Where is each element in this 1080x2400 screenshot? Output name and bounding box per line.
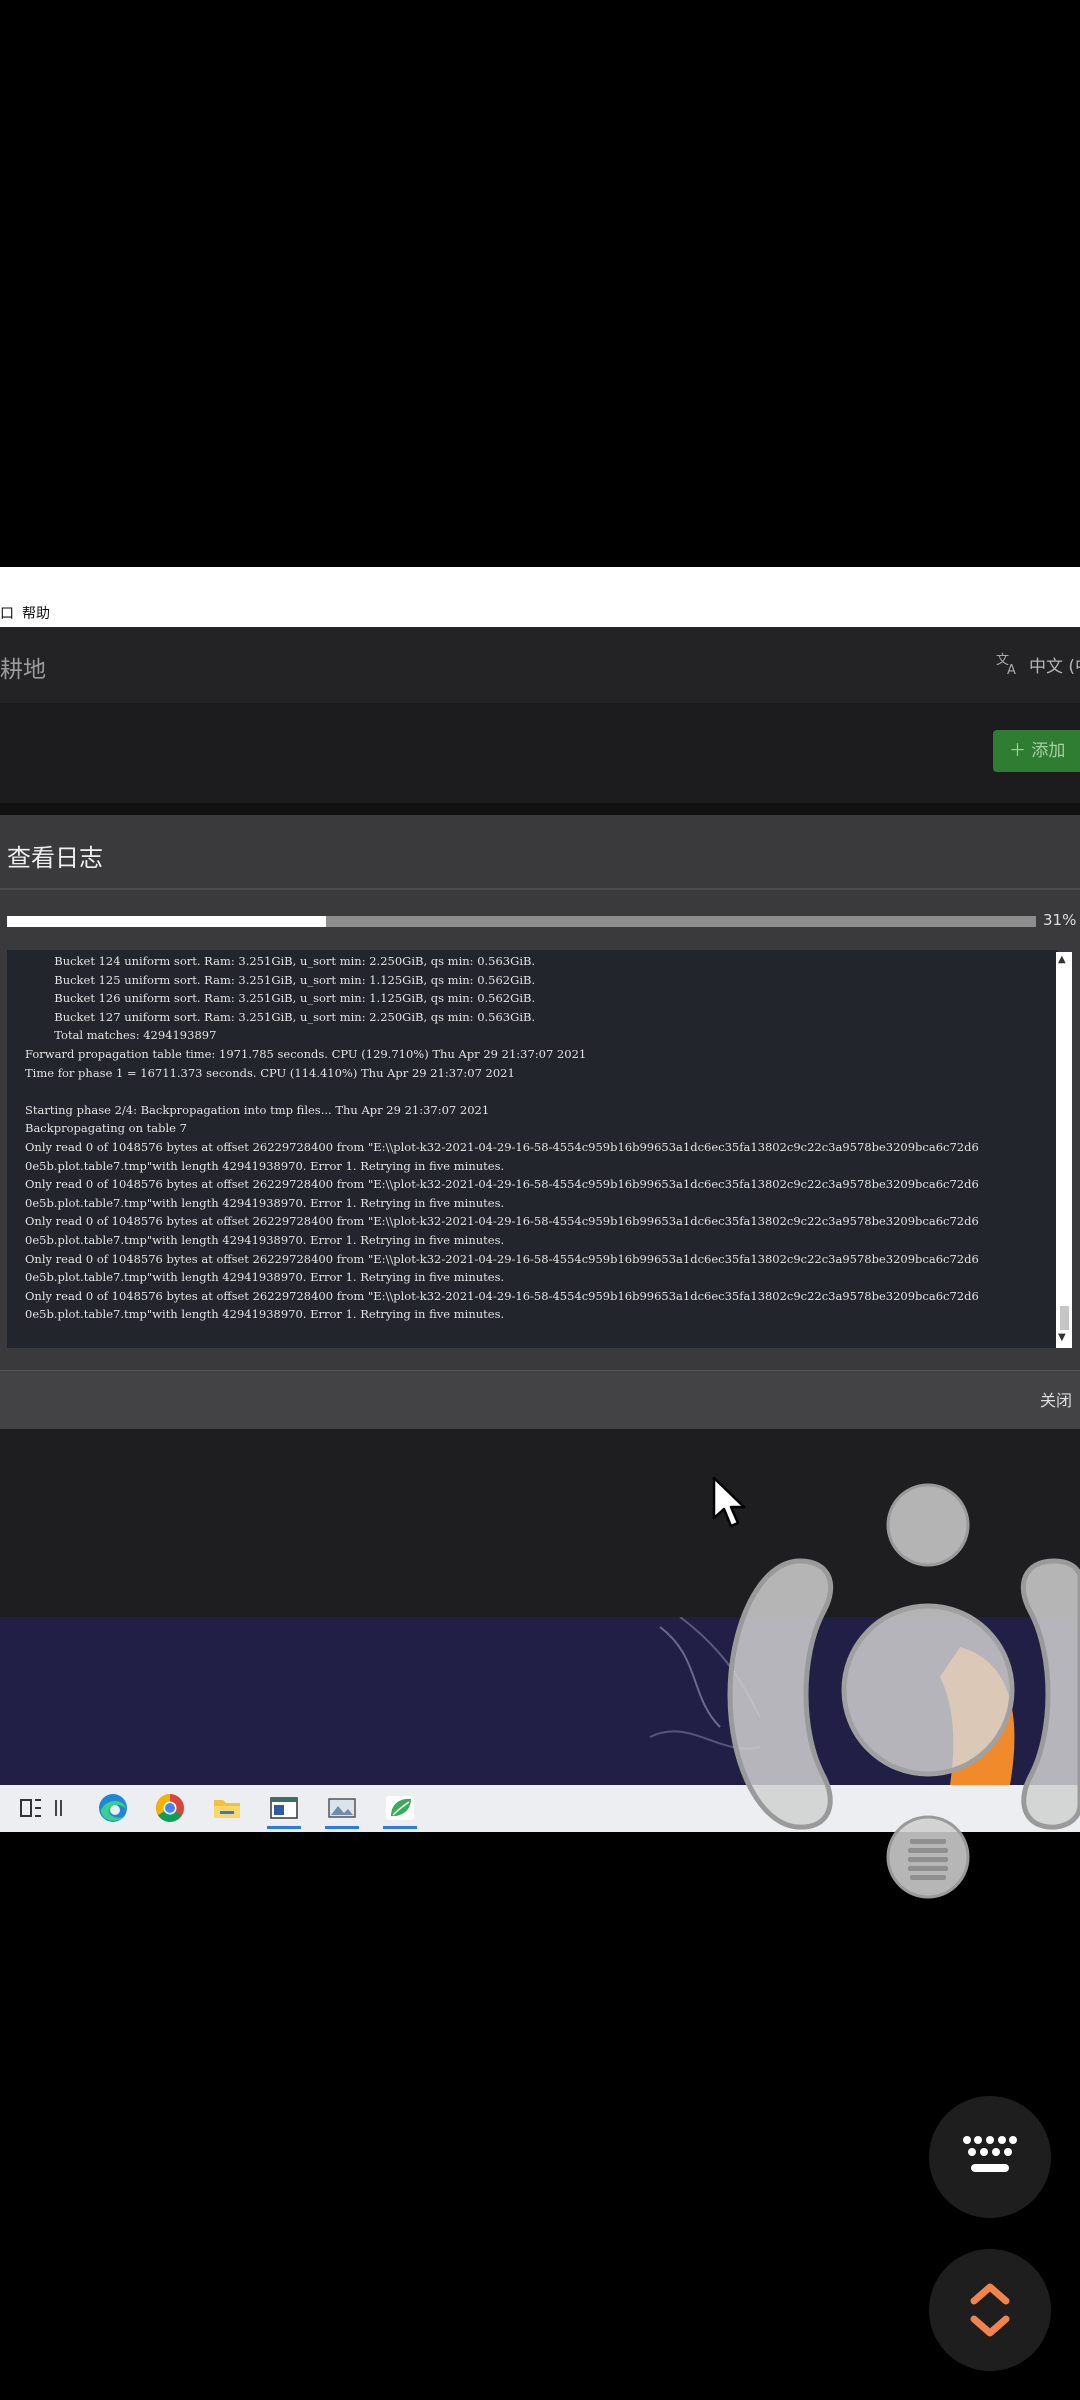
log-line: 0e5b.plot.table7.tmp"with length 4294193… [25, 1195, 505, 1210]
log-line: Only read 0 of 1048576 bytes at offset 2… [25, 1177, 979, 1192]
edge-icon[interactable] [96, 1791, 130, 1825]
log-text: Bucket 124 uniform sort. Ram: 3.251GiB, … [25, 952, 1055, 1324]
log-line: 0e5b.plot.table7.tmp"with length 4294193… [25, 1270, 505, 1285]
separator-icon [55, 1800, 62, 1816]
log-line: Bucket 126 uniform sort. Ram: 3.251GiB, … [25, 991, 536, 1006]
log-line: Starting phase 2/4: Backpropagation into… [25, 1102, 490, 1117]
mouse-cursor-icon [712, 1476, 746, 1528]
scroll-down-arrow-icon[interactable]: ▼ [1058, 1332, 1066, 1343]
scroll-up-arrow-icon[interactable]: ▲ [1058, 954, 1066, 965]
task-view-icon[interactable] [14, 1791, 48, 1825]
log-line: Bucket 124 uniform sort. Ram: 3.251GiB, … [25, 954, 536, 968]
active-indicator [383, 1826, 417, 1829]
photos-icon[interactable] [325, 1791, 359, 1825]
add-button[interactable]: ＋ 添加 [993, 730, 1080, 772]
small-circle-button-icon[interactable] [880, 1482, 976, 1568]
app-header [0, 627, 1080, 703]
expand-collapse-button[interactable] [929, 2249, 1051, 2371]
progress-fill [7, 916, 326, 927]
menu-item-help[interactable]: 帮助 [22, 603, 50, 623]
log-line: Time for phase 1 = 16711.373 seconds. CP… [25, 1065, 515, 1080]
divider [0, 803, 1080, 815]
terminal-window-icon[interactable] [267, 1791, 301, 1825]
log-line: Only read 0 of 1048576 bytes at offset 2… [25, 1139, 979, 1154]
log-line: Only read 0 of 1048576 bytes at offset 2… [25, 1214, 979, 1229]
active-indicator [267, 1826, 301, 1829]
close-button[interactable]: 关闭 [1040, 1387, 1072, 1411]
translate-icon[interactable]: 文 A [995, 650, 1021, 676]
svg-text:A: A [1007, 663, 1016, 676]
center-joystick-icon[interactable] [838, 1600, 1018, 1780]
log-line: Only read 0 of 1048576 bytes at offset 2… [25, 1288, 979, 1303]
log-line: 0e5b.plot.table7.tmp"with length 4294193… [25, 1307, 505, 1322]
log-line: Only read 0 of 1048576 bytes at offset 2… [25, 1251, 979, 1266]
file-explorer-icon[interactable] [210, 1791, 244, 1825]
log-line: Forward propagation table time: 1971.785… [25, 1046, 587, 1061]
dialog-divider [0, 888, 1080, 890]
menu-item-partial[interactable]: 口 [0, 603, 14, 623]
log-line: Backpropagating on table 7 [25, 1121, 187, 1136]
log-line: Total matches: 4294193897 [25, 1028, 217, 1043]
right-arc-button-icon[interactable] [1010, 1555, 1080, 1833]
left-arc-button-icon[interactable] [720, 1555, 844, 1833]
dialog-title: 查看日志 [7, 844, 103, 872]
active-indicator [325, 1826, 359, 1829]
log-line: 0e5b.plot.table7.tmp"with length 4294193… [25, 1232, 505, 1247]
scrollbar[interactable] [1056, 952, 1072, 1348]
chia-leaf-icon[interactable] [383, 1791, 417, 1825]
keyboard-icon [963, 2136, 1017, 2172]
log-line: Bucket 125 uniform sort. Ram: 3.251GiB, … [25, 972, 536, 987]
chrome-icon[interactable] [153, 1791, 187, 1825]
menu-lines-icon[interactable] [884, 1812, 972, 1902]
menu-bar: 口 帮助 [0, 567, 1080, 627]
log-line: 0e5b.plot.table7.tmp"with length 4294193… [25, 1158, 505, 1173]
expand-collapse-arrows-icon [970, 2283, 1010, 2337]
progress-percent: 31% [1043, 911, 1077, 929]
scrollbar-thumb[interactable] [1060, 1306, 1069, 1330]
keyboard-button[interactable] [929, 2096, 1051, 2218]
dialog-footer [0, 1370, 1080, 1429]
log-line: Bucket 127 uniform sort. Ram: 3.251GiB, … [25, 1009, 536, 1024]
language-selector[interactable]: 中文 (中 [1029, 652, 1080, 677]
app-title: 耕地 [0, 657, 46, 683]
toolbar [0, 703, 1080, 803]
plus-icon: ＋ [1009, 741, 1032, 761]
add-button-label: 添加 [1031, 741, 1066, 761]
